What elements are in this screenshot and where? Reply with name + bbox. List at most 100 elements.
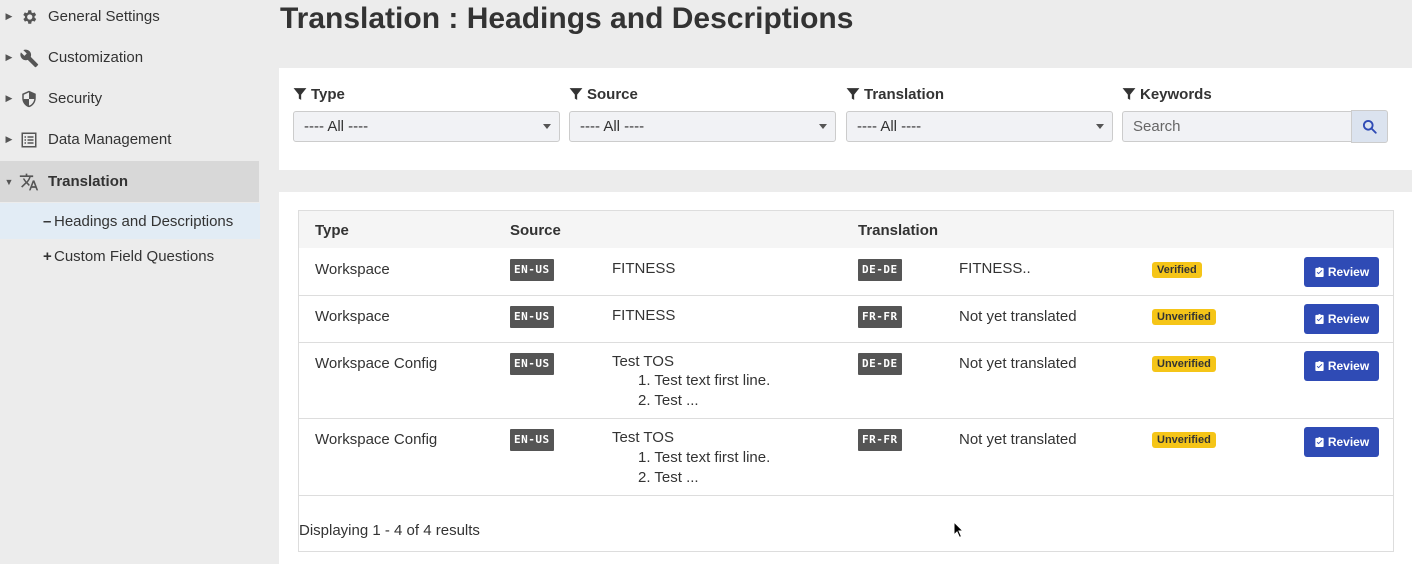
- sidebar-item-label: General Settings: [48, 8, 160, 25]
- source-list: 1. Test text first line. 2. Test ...: [638, 371, 770, 411]
- caret-right-icon: ▶: [5, 11, 13, 21]
- header-translation: Translation: [858, 222, 939, 239]
- table-row: Workspace Config EN-US Test TOS 1. Test …: [299, 419, 1393, 496]
- sidebar-item-label: Customization: [48, 49, 144, 66]
- source-list: 1. Test text first line. 2. Test ...: [638, 448, 770, 488]
- review-button[interactable]: Review: [1304, 351, 1379, 381]
- target-lang-badge: DE-DE: [858, 353, 902, 375]
- review-button-label: Review: [1327, 265, 1370, 279]
- filter-icon: [569, 88, 583, 100]
- row-type: Workspace Config: [315, 355, 438, 372]
- filter-label-text: Keywords: [1140, 85, 1212, 103]
- sidebar-item-customization[interactable]: ▶ Customization: [0, 37, 259, 78]
- target-lang-badge: FR-FR: [858, 429, 902, 451]
- translation-text: Not yet translated: [959, 431, 1077, 448]
- clipboard-check-icon: [1315, 266, 1324, 278]
- page-title: Translation : Headings and Descriptions: [280, 2, 854, 35]
- source-text: FITNESS: [612, 307, 676, 324]
- search-row: [1122, 110, 1388, 143]
- sidebar-item-label: Translation: [48, 173, 129, 190]
- row-type: Workspace Config: [315, 431, 438, 448]
- plus-icon: +: [43, 247, 52, 265]
- translation-select-value: ---- All ----: [857, 118, 922, 135]
- review-button-label: Review: [1327, 312, 1370, 326]
- review-button[interactable]: Review: [1304, 304, 1379, 334]
- status-badge: Unverified: [1152, 309, 1216, 325]
- source-select[interactable]: ---- All ----: [569, 111, 836, 142]
- caret-right-icon: ▶: [5, 134, 13, 144]
- target-lang-badge: DE-DE: [858, 259, 902, 281]
- translation-text: FITNESS..: [959, 260, 1031, 277]
- source-filter: Source ---- All ----: [569, 84, 836, 142]
- sidebar-item-data-management[interactable]: ▶ Data Management: [0, 119, 259, 160]
- dropdown-arrow-icon: [1096, 124, 1104, 129]
- keywords-filter: Keywords: [1122, 84, 1388, 143]
- sidebar-item-translation[interactable]: ▼ Translation: [0, 161, 259, 202]
- sidebar-subitem-headings-and-descriptions[interactable]: – Headings and Descriptions: [0, 203, 260, 239]
- type-select[interactable]: ---- All ----: [293, 111, 560, 142]
- row-type: Workspace: [315, 261, 390, 278]
- status-badge: Unverified: [1152, 432, 1216, 448]
- translations-table: Type Source Translation Workspace EN-US …: [298, 210, 1394, 552]
- source-text: FITNESS: [612, 260, 676, 277]
- review-button-label: Review: [1327, 359, 1370, 373]
- gear-icon: [18, 6, 40, 28]
- translation-text: Not yet translated: [959, 308, 1077, 325]
- sidebar-item-label: Security: [48, 90, 103, 107]
- source-list-item: 2. Test ...: [638, 469, 699, 486]
- filter-icon: [293, 88, 307, 100]
- table-row: Workspace EN-US FITNESS FR-FR Not yet tr…: [299, 296, 1393, 343]
- sidebar-subitem-custom-field-questions[interactable]: + Custom Field Questions: [0, 238, 260, 274]
- translation-select[interactable]: ---- All ----: [846, 111, 1113, 142]
- source-list-item: 1. Test text first line.: [638, 372, 771, 389]
- source-lang-badge: EN-US: [510, 353, 554, 375]
- shield-icon: [18, 88, 40, 110]
- filter-panel: Type ---- All ---- Source ---- All ---- …: [279, 68, 1412, 170]
- type-filter: Type ---- All ----: [293, 84, 560, 142]
- filter-icon: [846, 88, 860, 100]
- review-button[interactable]: Review: [1304, 257, 1379, 287]
- sidebar-item-general-settings[interactable]: ▶ General Settings: [0, 0, 259, 37]
- clipboard-check-icon: [1315, 360, 1324, 372]
- clipboard-check-icon: [1315, 436, 1324, 448]
- source-lang-badge: EN-US: [510, 259, 554, 281]
- source-lang-badge: EN-US: [510, 429, 554, 451]
- table-header: Type Source Translation: [299, 211, 1393, 248]
- search-icon: [1362, 119, 1377, 134]
- sidebar: ▶ General Settings ▶ Customization ▶ Sec…: [0, 0, 262, 564]
- search-input[interactable]: [1122, 111, 1351, 142]
- keywords-filter-label: Keywords: [1122, 84, 1388, 104]
- translation-filter: Translation ---- All ----: [846, 84, 1113, 142]
- clipboard-check-icon: [1315, 313, 1324, 325]
- caret-right-icon: ▶: [5, 52, 13, 62]
- mouse-cursor-icon: [953, 521, 965, 539]
- results-count: Displaying 1 - 4 of 4 results: [299, 522, 480, 539]
- source-text: Test TOS: [612, 353, 674, 370]
- dropdown-arrow-icon: [543, 124, 551, 129]
- filter-icon: [1122, 88, 1136, 100]
- results-panel: Type Source Translation Workspace EN-US …: [279, 192, 1412, 564]
- row-type: Workspace: [315, 308, 390, 325]
- source-filter-label: Source: [569, 84, 836, 104]
- header-source: Source: [510, 222, 561, 239]
- type-filter-label: Type: [293, 84, 560, 104]
- status-badge: Verified: [1152, 262, 1202, 278]
- sidebar-item-security[interactable]: ▶ Security: [0, 78, 259, 119]
- sidebar-subitem-label: Headings and Descriptions: [54, 212, 234, 230]
- filter-label-text: Source: [587, 85, 638, 103]
- target-lang-badge: FR-FR: [858, 306, 902, 328]
- review-button-label: Review: [1327, 435, 1370, 449]
- search-button[interactable]: [1351, 110, 1388, 143]
- sidebar-item-label: Data Management: [48, 131, 172, 148]
- filter-label-text: Translation: [864, 85, 945, 103]
- type-select-value: ---- All ----: [304, 118, 369, 135]
- table-row: Workspace EN-US FITNESS DE-DE FITNESS.. …: [299, 248, 1393, 296]
- list-icon: [18, 129, 40, 151]
- translate-icon: [18, 171, 40, 193]
- minus-icon: –: [43, 212, 52, 230]
- translation-filter-label: Translation: [846, 84, 1113, 104]
- caret-down-icon: ▼: [4, 176, 14, 187]
- source-select-value: ---- All ----: [580, 118, 645, 135]
- source-list-item: 1. Test text first line.: [638, 449, 771, 466]
- review-button[interactable]: Review: [1304, 427, 1379, 457]
